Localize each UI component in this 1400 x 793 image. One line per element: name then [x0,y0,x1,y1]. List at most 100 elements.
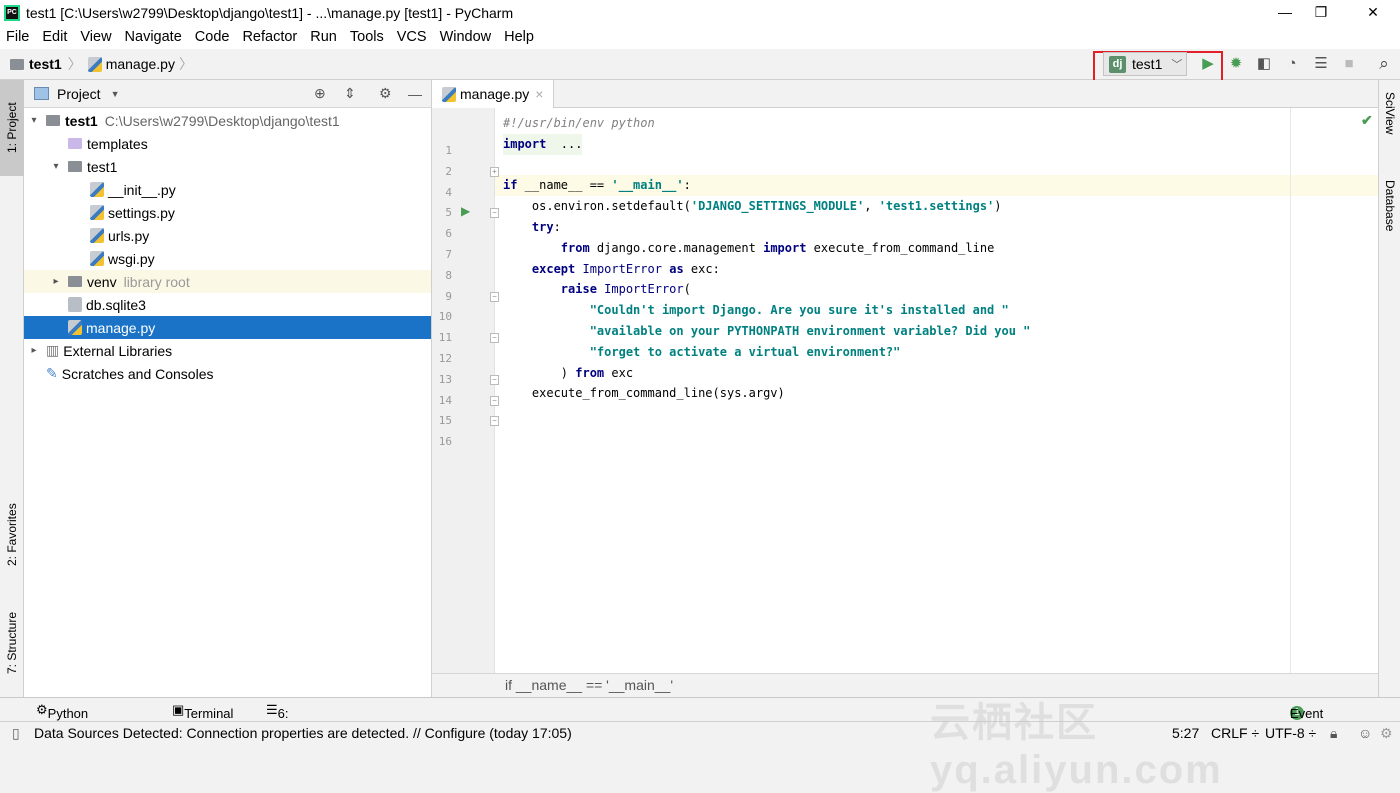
menu-navigate[interactable]: Navigate [125,29,182,45]
fold-marker-icon[interactable]: − [490,291,499,302]
tree-item[interactable]: ✎ Scratches and Consoles [24,362,431,385]
left-tool-strip: 1: Project 2: Favorites 7: Structure [0,80,24,697]
code-line: ) from exc [503,365,634,380]
close-tab-icon[interactable]: × [535,86,543,102]
fold-marker-icon[interactable]: − [490,416,499,427]
menu-edit[interactable]: Edit [42,29,67,45]
tree-item[interactable]: urls.py [24,224,431,247]
library-icon: ▥ [46,342,60,358]
tree-item-label: db.sqlite3 [86,296,146,313]
tab-project[interactable]: 1: Project [0,80,24,176]
tree-item-detail: C:\Users\w2799\Desktop\django\test1 [104,112,340,129]
tree-item[interactable]: settings.py [24,201,431,224]
code-line: try: [531,220,561,234]
menu-tools[interactable]: Tools [350,29,384,45]
tab-manage-py[interactable]: manage.py × [432,80,554,108]
menu-code[interactable]: Code [195,29,230,45]
tree-item[interactable]: ▸ venv library root [24,270,431,293]
debug-icon[interactable]: ✹ [1226,54,1246,74]
run-icon[interactable]: ▶ [1198,54,1218,74]
python-file-icon [90,205,104,220]
dropdown-arrow-icon[interactable]: ▼ [111,89,120,99]
coverage-icon[interactable]: ◧ [1254,54,1274,74]
locate-icon[interactable]: ⊕ [314,85,326,102]
tree-item[interactable]: db.sqlite3 [24,293,431,316]
breadcrumb-separator-icon: 〉 [67,56,82,72]
status-toggle-icon[interactable]: ▯ [12,725,20,742]
tree-item-detail: library root [123,273,190,290]
menu-file[interactable]: File [6,29,29,45]
todo-button[interactable]: ☰ 6: TODO [266,702,315,736]
folder-icon [68,161,82,172]
editor: manage.py × 1 2 +4 5 ▶ −6 7 8 9−10 11−12 13−14−15−… [432,80,1378,697]
restore-button[interactable]: ❐ [1298,0,1344,25]
line-number: 4 [445,185,452,199]
collapse-all-icon[interactable]: ⇕ [344,85,356,102]
status-message[interactable]: Data Sources Detected: Connection proper… [34,725,572,741]
fold-marker-icon[interactable]: + [490,166,499,177]
fold-marker-icon[interactable]: − [490,395,499,406]
fold-marker-icon[interactable]: − [490,333,499,344]
tree-item[interactable]: ▸ ▥ External Libraries [24,339,431,362]
code-line: "available on your PYTHONPATH environmen… [589,324,1031,338]
stop-icon[interactable]: ■ [1339,54,1359,74]
line-number: 2 [445,164,452,178]
breadcrumb-file[interactable]: manage.py [106,56,175,72]
line-number: 14 [438,393,452,407]
close-button[interactable]: ✕ [1350,0,1396,25]
menu-help[interactable]: Help [504,29,534,45]
code-line: #!/usr/bin/env python [503,116,655,130]
fold-marker-icon[interactable]: − [490,208,499,219]
tree-item-label: test1 [87,158,118,175]
hide-icon[interactable]: — [408,86,422,102]
profile-icon[interactable]: ◔ [1282,54,1302,74]
breadcrumb-project[interactable]: test1 [29,56,62,72]
expand-arrow-icon[interactable]: ▾ [50,161,62,172]
tree-item[interactable]: templates [24,132,431,155]
fold-marker-icon[interactable]: − [490,374,499,385]
menu-vcs[interactable]: VCS [397,29,427,45]
menu-view[interactable]: View [80,29,111,45]
editor-tab-bar: manage.py × [432,80,1378,108]
project-view-select[interactable]: Project [57,86,101,102]
tree-item-label: test1 [65,112,98,129]
chevron-down-icon: ﹀ [1171,59,1183,71]
menu-window[interactable]: Window [440,29,492,45]
inspection-ok-icon[interactable]: ✔ [1361,112,1373,129]
tree-item[interactable]: ▾ test1 [24,155,431,178]
line-number: 16 [438,435,452,449]
line-number: 8 [445,268,452,282]
terminal-button[interactable]: ▣ Terminal [172,702,233,721]
expand-arrow-icon[interactable]: ▸ [28,345,40,356]
search-icon[interactable]: ⌕ [1374,54,1394,74]
window-title: test1 [C:\Users\w2799\Desktop\django\tes… [26,4,514,21]
concurrency-icon[interactable]: ☰ [1311,54,1331,74]
tree-item[interactable]: ▾ test1 C:\Users\w2799\Desktop\django\test… [24,109,431,132]
menu-run[interactable]: Run [310,29,337,45]
expand-arrow-icon[interactable]: ▾ [28,115,40,126]
python-file-icon [90,228,104,243]
gear-icon[interactable]: ⚙ [379,85,392,102]
python-file-icon [87,56,102,72]
right-margin [1290,108,1291,673]
python-file-icon [68,320,82,335]
tree-item[interactable]: manage.py [24,316,431,339]
tab-favorites[interactable]: 2: Favorites [0,485,24,585]
line-number: 9 [445,289,452,303]
tree-item-label: templates [87,135,148,152]
tree-item[interactable]: wsgi.py [24,247,431,270]
run-configuration-select[interactable]: dj test1 ﹀ [1103,52,1187,76]
tab-database[interactable]: Database [1379,180,1400,260]
menu-refactor[interactable]: Refactor [242,29,297,45]
tab-structure[interactable]: 7: Structure [0,595,24,690]
tab-sciview[interactable]: SciView [1379,92,1400,172]
line-number: 12 [438,352,452,365]
tree-item[interactable]: __init__.py [24,178,431,201]
expand-arrow-icon[interactable]: ▸ [50,276,62,287]
line-number: 10 [438,310,452,324]
python-console-button[interactable]: ⚙ Python Console [36,702,95,736]
line-number: 13 [438,372,452,386]
run-gutter-icon[interactable]: ▶ [461,204,470,218]
run-configuration-name: test1 [1132,56,1163,72]
tree-item-label: manage.py [86,319,156,336]
